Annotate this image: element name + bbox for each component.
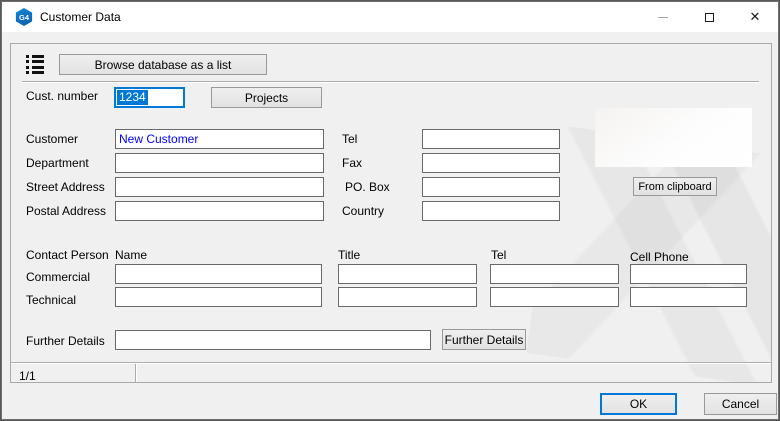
customer-label: Customer — [26, 132, 78, 146]
close-icon: ✕ — [750, 11, 761, 24]
close-button[interactable]: ✕ — [732, 2, 778, 32]
contact-person-label: Contact Person — [26, 248, 109, 262]
further-details-button[interactable]: Further Details — [442, 329, 526, 350]
technical-label: Technical — [26, 293, 76, 307]
country-label: Country — [342, 204, 384, 218]
statusbar-divider — [135, 364, 137, 383]
commercial-name-input[interactable] — [115, 264, 322, 284]
cust-number-value: 1234 — [117, 90, 148, 105]
tel-label: Tel — [342, 132, 357, 146]
po-box-input[interactable] — [422, 177, 560, 197]
further-details-label: Further Details — [26, 334, 105, 348]
minimize-button[interactable] — [640, 2, 686, 32]
app-logo-icon: G4 — [15, 8, 33, 26]
browse-database-button[interactable]: Browse database as a list — [59, 54, 267, 75]
from-clipboard-button[interactable]: From clipboard — [633, 177, 717, 196]
cancel-button[interactable]: Cancel — [704, 393, 777, 415]
technical-title-input[interactable] — [338, 287, 477, 307]
postal-address-input[interactable] — [115, 201, 324, 221]
form-panel: Browse database as a list Cust. number 1… — [10, 43, 772, 383]
cust-number-label: Cust. number — [26, 89, 98, 103]
country-input[interactable] — [422, 201, 560, 221]
contact-col-name: Name — [115, 248, 147, 262]
minimize-icon — [658, 17, 668, 18]
further-details-input[interactable] — [115, 330, 431, 350]
commercial-label: Commercial — [26, 270, 90, 284]
title-bar: G4 Customer Data ✕ — [2, 2, 778, 32]
toolbar-separator — [22, 81, 759, 83]
fax-label: Fax — [342, 156, 362, 170]
department-input[interactable] — [115, 153, 324, 173]
list-icon — [26, 55, 44, 74]
contact-col-cellphone: Cell Phone — [630, 250, 689, 264]
po-box-label: PO. Box — [345, 180, 390, 194]
technical-tel-input[interactable] — [490, 287, 619, 307]
maximize-button[interactable] — [686, 2, 732, 32]
ok-button[interactable]: OK — [600, 393, 677, 415]
technical-cellphone-input[interactable] — [630, 287, 747, 307]
technical-name-input[interactable] — [115, 287, 322, 307]
customer-input[interactable] — [115, 129, 324, 149]
street-address-input[interactable] — [115, 177, 324, 197]
window-title: Customer Data — [40, 10, 121, 24]
commercial-cellphone-input[interactable] — [630, 264, 747, 284]
commercial-tel-input[interactable] — [490, 264, 619, 284]
projects-button[interactable]: Projects — [211, 87, 322, 108]
street-address-label: Street Address — [26, 180, 105, 194]
cust-number-input[interactable]: 1234 — [114, 87, 185, 108]
logo-image-area — [595, 108, 752, 167]
postal-address-label: Postal Address — [26, 204, 106, 218]
commercial-title-input[interactable] — [338, 264, 477, 284]
contact-col-title: Title — [338, 248, 360, 262]
department-label: Department — [26, 156, 89, 170]
statusbar-separator — [11, 362, 772, 364]
customer-data-dialog: G4 Customer Data ✕ Browse database as a … — [0, 0, 780, 421]
window-controls: ✕ — [640, 2, 778, 32]
fax-input[interactable] — [422, 153, 560, 173]
record-indicator: 1/1 — [19, 369, 36, 383]
maximize-icon — [705, 13, 714, 22]
contact-col-tel: Tel — [491, 248, 506, 262]
tel-input[interactable] — [422, 129, 560, 149]
